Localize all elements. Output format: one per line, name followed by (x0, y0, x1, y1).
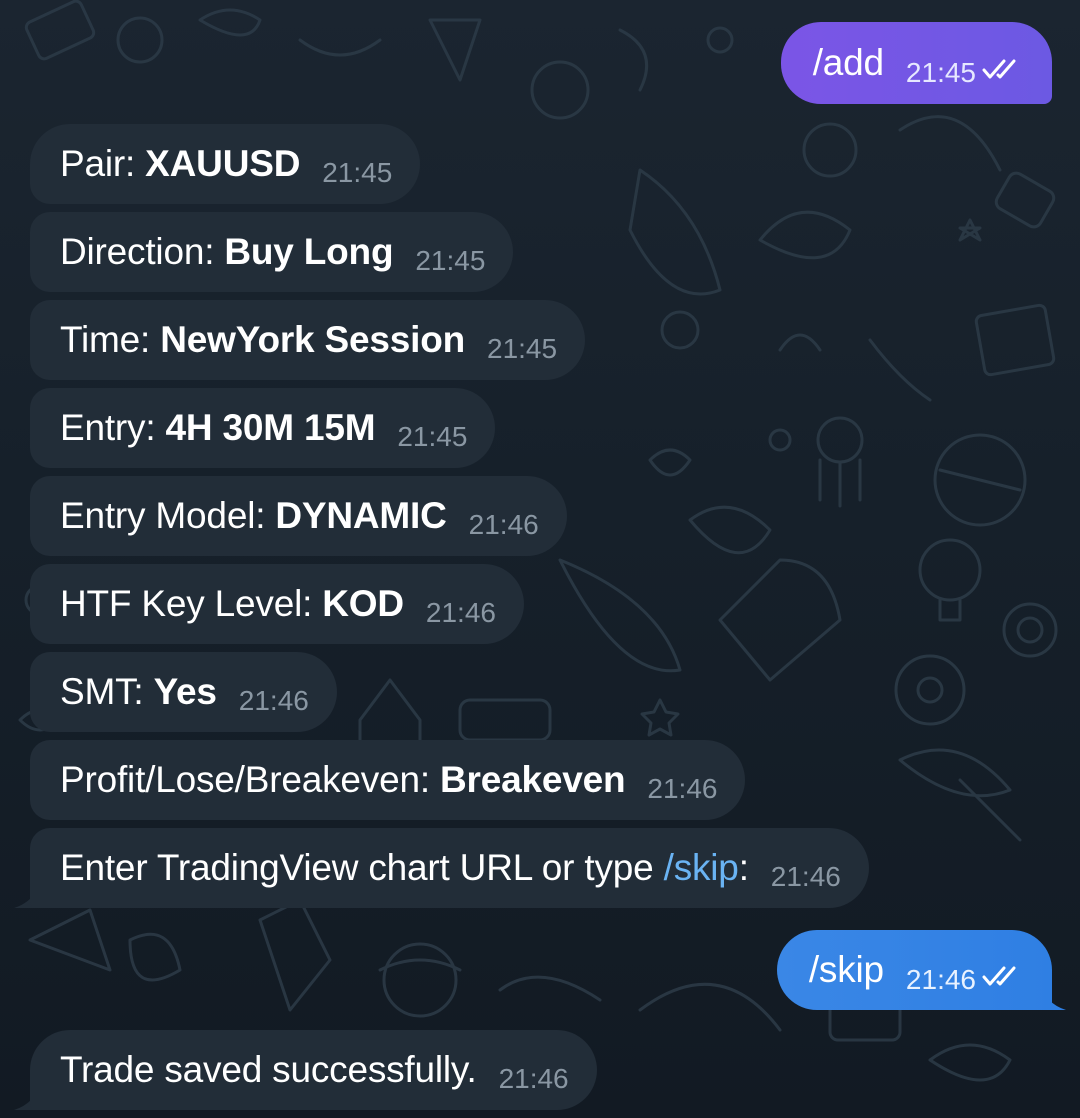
message-text: /add (812, 42, 884, 83)
field-label: Profit/Lose/Breakeven: (60, 759, 430, 800)
field-label: Pair: (60, 143, 136, 184)
message-text: Trade saved successfully. (60, 1049, 477, 1090)
double-check-icon (982, 58, 1022, 85)
incoming-message-entry-model[interactable]: Entry Model: DYNAMIC 21:46 (30, 476, 567, 556)
field-value: XAUUSD (145, 143, 301, 184)
field-value: 4H 30M 15M (165, 407, 376, 448)
message-text: /skip (808, 949, 884, 990)
message-time: 21:45 (905, 57, 976, 88)
field-label: Entry Model: (60, 495, 266, 536)
message-time: 21:45 (322, 157, 393, 188)
double-check-icon (982, 965, 1022, 992)
field-label: HTF Key Level: (60, 583, 313, 624)
incoming-message-chart-url-prompt[interactable]: Enter TradingView chart URL or type /ski… (30, 828, 869, 908)
field-label: SMT: (60, 671, 144, 712)
message-time: 21:46 (498, 1063, 569, 1094)
incoming-message-pair[interactable]: Pair: XAUUSD 21:45 (30, 124, 421, 204)
prompt-text: Enter TradingView chart URL or type (60, 847, 654, 888)
field-value: NewYork Session (160, 319, 465, 360)
incoming-message-smt[interactable]: SMT: Yes 21:46 (30, 652, 337, 732)
field-value: DYNAMIC (275, 495, 447, 536)
message-time: 21:46 (468, 509, 539, 540)
message-time: 21:45 (487, 333, 558, 364)
prompt-suffix: : (738, 847, 749, 888)
message-time: 21:46 (238, 685, 309, 716)
incoming-message-result[interactable]: Profit/Lose/Breakeven: Breakeven 21:46 (30, 740, 746, 820)
field-label: Time: (60, 319, 151, 360)
message-time: 21:45 (415, 245, 486, 276)
incoming-message-htf-key-level[interactable]: HTF Key Level: KOD 21:46 (30, 564, 524, 644)
message-time: 21:46 (425, 597, 496, 628)
skip-command-link[interactable]: /skip (664, 847, 739, 888)
message-time: 21:46 (647, 773, 718, 804)
message-time: 21:45 (397, 421, 468, 452)
field-label: Direction: (60, 231, 215, 272)
incoming-message-trade-saved[interactable]: Trade saved successfully. 21:46 (30, 1030, 597, 1110)
field-value: Buy Long (224, 231, 394, 272)
field-label: Entry: (60, 407, 156, 448)
incoming-message-time[interactable]: Time: NewYork Session 21:45 (30, 300, 586, 380)
outgoing-message-add[interactable]: /add 21:45 (780, 22, 1052, 104)
incoming-message-entry[interactable]: Entry: 4H 30M 15M 21:45 (30, 388, 496, 468)
outgoing-message-skip[interactable]: /skip 21:46 (776, 930, 1052, 1010)
message-time: 21:46 (770, 861, 841, 892)
field-value: Yes (153, 671, 217, 712)
chat-messages: /add 21:45 Pair: XAUUSD 21:45 Direction:… (0, 0, 1080, 1118)
message-time: 21:46 (905, 964, 976, 995)
field-value: Breakeven (440, 759, 626, 800)
incoming-message-direction[interactable]: Direction: Buy Long 21:45 (30, 212, 514, 292)
field-value: KOD (322, 583, 404, 624)
